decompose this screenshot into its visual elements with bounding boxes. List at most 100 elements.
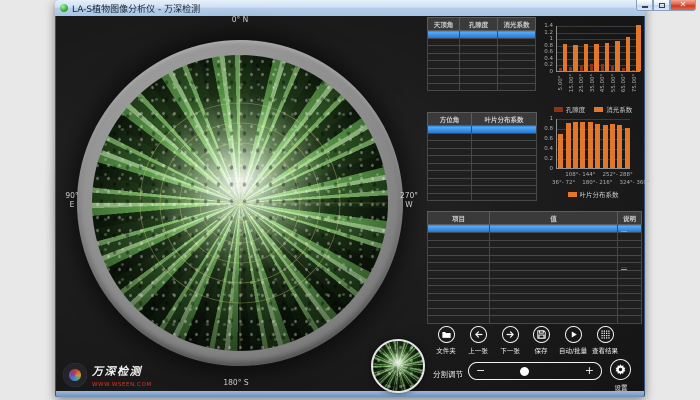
slider-minus-button[interactable]: − xyxy=(476,364,485,377)
table-row[interactable] xyxy=(428,255,642,263)
minimize-button[interactable] xyxy=(636,0,653,11)
table-row[interactable] xyxy=(428,186,537,194)
window-controls: ✕ xyxy=(636,0,696,11)
table-row[interactable] xyxy=(428,53,536,61)
table-row[interactable]: … xyxy=(428,225,642,233)
maximize-icon xyxy=(659,3,665,8)
slider-thumb[interactable] xyxy=(520,367,529,376)
settings-button[interactable] xyxy=(610,359,631,380)
table-row[interactable] xyxy=(428,271,642,279)
app-icon xyxy=(60,4,68,12)
table-row[interactable] xyxy=(428,316,642,324)
table-row[interactable] xyxy=(428,38,536,46)
table-row[interactable]: … xyxy=(428,263,642,271)
chart-bar xyxy=(594,44,599,72)
maximize-button[interactable] xyxy=(653,0,670,11)
table-cell xyxy=(460,83,498,91)
table-row[interactable] xyxy=(428,301,642,309)
close-button[interactable]: ✕ xyxy=(670,0,696,11)
table-cell xyxy=(618,248,642,256)
table-row[interactable] xyxy=(428,83,536,91)
slider-plus-button[interactable]: + xyxy=(585,364,594,377)
table-cell xyxy=(428,233,490,241)
table-row[interactable] xyxy=(428,171,537,179)
brand-name: 万深检测 xyxy=(92,363,152,379)
table-row[interactable] xyxy=(428,293,642,301)
table-cell xyxy=(472,133,537,141)
table-row[interactable] xyxy=(428,193,537,201)
table-row[interactable] xyxy=(428,248,642,256)
table-cell xyxy=(428,126,472,134)
table-cell xyxy=(472,178,537,186)
table-row[interactable] xyxy=(428,126,537,134)
table-row[interactable] xyxy=(428,308,642,316)
segmentation-slider-label: 分割调节 xyxy=(433,369,463,380)
chart-bar xyxy=(580,65,583,71)
table-cell xyxy=(498,53,536,61)
table-row[interactable] xyxy=(428,61,536,69)
table-cell xyxy=(490,263,618,271)
table-row[interactable] xyxy=(428,141,537,149)
table-cell xyxy=(428,255,490,263)
table-cell xyxy=(498,68,536,76)
table-cell xyxy=(472,186,537,194)
table-row[interactable] xyxy=(428,278,642,286)
chart-bar xyxy=(588,122,593,168)
chart-bar xyxy=(636,25,641,71)
segmentation-slider[interactable]: − + xyxy=(468,362,602,380)
table-cell xyxy=(428,46,460,54)
play-icon xyxy=(568,329,579,340)
table-cell xyxy=(428,171,472,179)
chart-bar xyxy=(611,66,614,71)
compass-north-label: 0° N xyxy=(218,15,262,24)
table-row[interactable] xyxy=(428,76,536,84)
table-cell xyxy=(490,308,618,316)
table-row[interactable] xyxy=(428,178,537,186)
table-cell xyxy=(428,148,472,156)
zenith-table-body xyxy=(428,31,536,91)
table-row[interactable] xyxy=(428,68,536,76)
table-cell xyxy=(498,83,536,91)
zenith-table-header: 天顶角 孔隙度 消光系数 xyxy=(428,18,536,31)
table-cell xyxy=(490,286,618,294)
compass-west-label: 270°W xyxy=(398,191,420,210)
table-cell xyxy=(428,76,460,84)
table-cell xyxy=(428,316,490,324)
table-cell xyxy=(428,225,490,233)
table-cell xyxy=(490,233,618,241)
table-row[interactable] xyxy=(428,31,536,39)
table-cell xyxy=(428,301,490,309)
chart-bar xyxy=(605,43,610,71)
thumbnail-preview[interactable] xyxy=(371,339,425,393)
results-table-body: …… xyxy=(428,225,642,324)
title-bar[interactable]: LA-S植物图像分析仪 - 万深检测 xyxy=(55,0,645,16)
chart-bar xyxy=(569,67,572,71)
chart-bar xyxy=(566,123,571,168)
table-row[interactable] xyxy=(428,240,642,248)
table-row[interactable] xyxy=(428,233,642,241)
table-row[interactable] xyxy=(428,133,537,141)
table-cell xyxy=(490,240,618,248)
table-cell xyxy=(490,255,618,263)
table-row[interactable] xyxy=(428,286,642,294)
zenith-chart-plot xyxy=(556,26,640,72)
table-cell: … xyxy=(618,225,642,233)
chart-bar xyxy=(558,134,563,168)
table-cell xyxy=(428,263,490,271)
table-cell xyxy=(490,316,618,324)
brand-logo: 万深检测 WWW.WSEEN.COM xyxy=(63,363,152,388)
view-results-button[interactable]: 查看结果 xyxy=(583,326,627,355)
chart-bar xyxy=(610,124,615,168)
table-cell xyxy=(498,61,536,69)
desktop: LA-S植物图像分析仪 - 万深检测 ✕ 0° N 180° S 90°E 27… xyxy=(0,0,700,400)
table-cell xyxy=(472,148,537,156)
folder-icon xyxy=(441,329,452,340)
table-row[interactable] xyxy=(428,46,536,54)
table-cell xyxy=(618,308,642,316)
chart-bar xyxy=(563,44,568,71)
table-row[interactable] xyxy=(428,148,537,156)
chart-bar xyxy=(573,122,578,168)
table-row[interactable] xyxy=(428,156,537,164)
table-row[interactable] xyxy=(428,163,537,171)
save-icon xyxy=(536,329,547,340)
